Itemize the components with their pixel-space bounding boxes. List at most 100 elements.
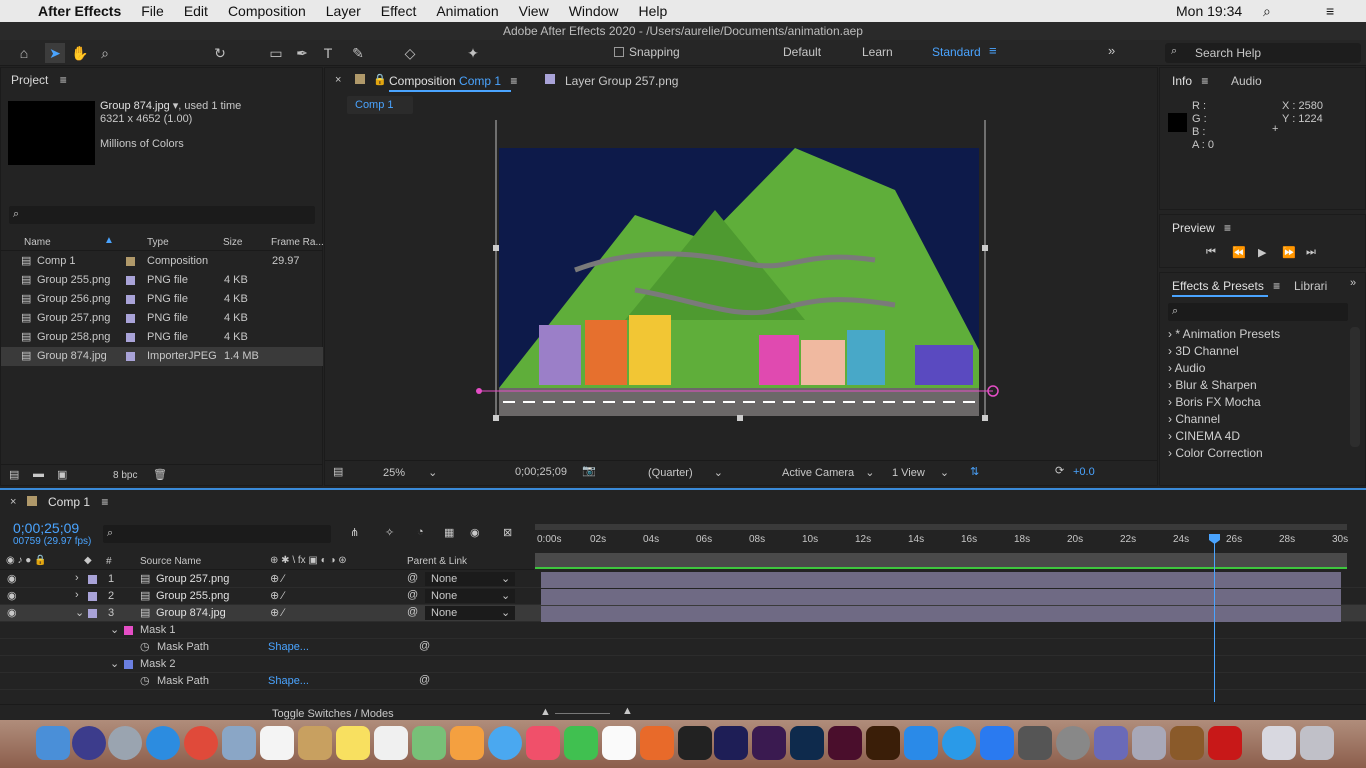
layer-row[interactable]: ◉ › 1 ▤ Group 257.png ⊕ ∕ @ None ⌄ [0,571,1366,588]
illustrator-icon[interactable] [866,726,900,760]
menu-file[interactable]: File [141,3,164,19]
zoom-out-icon[interactable]: ▲ [540,706,551,718]
effects-category[interactable]: › Boris FX Mocha [1168,395,1261,409]
eye-icon[interactable]: ◉ [7,606,17,619]
effects-category[interactable]: › CINEMA 4D [1168,429,1240,443]
photoshop-icon[interactable] [790,726,824,760]
zoom-tool-icon[interactable]: ⌕ [95,43,115,63]
expand-arrow-icon[interactable]: › [75,572,79,584]
chevron-down-icon[interactable]: ⌄ [110,623,119,636]
launchpad-icon[interactable] [108,726,142,760]
mask-property-row[interactable]: ◷ Mask Path Shape... @ [0,673,1366,690]
stopwatch-icon[interactable]: ◷ [140,640,150,653]
mask-color[interactable] [124,660,133,669]
lock-icon[interactable]: 🔒 [373,73,387,86]
effects-category[interactable]: › Color Correction [1168,446,1263,460]
notes-icon[interactable] [336,726,370,760]
eye-icon[interactable]: ◉ [7,572,17,585]
effects-search-input[interactable]: ⌕ [1168,303,1348,321]
indesign-icon[interactable] [828,726,862,760]
parent-dropdown[interactable]: None ⌄ [425,606,515,620]
figma-icon[interactable] [678,726,712,760]
graph-editor-icon[interactable]: ⊠ [503,526,512,539]
mask-color[interactable] [124,626,133,635]
comp-breadcrumb[interactable]: Comp 1 [347,96,413,114]
comp-mini-flowchart-icon[interactable]: ⋔ [350,526,359,539]
prev-frame-icon[interactable]: ⏪ [1232,246,1246,259]
app-store-icon[interactable] [904,726,938,760]
pickwhip-icon[interactable]: @ [407,572,418,584]
switch-icon[interactable]: ⊕ ∕ [270,589,284,602]
exposure-value[interactable]: +0.0 [1073,466,1095,478]
col-frame-rate[interactable]: Frame Ra... [271,237,324,248]
project-item[interactable]: ▤ Group 255.png PNG file 4 KB [1,271,323,290]
pickwhip-icon[interactable]: @ [419,640,430,652]
pickwhip-icon[interactable]: @ [407,606,418,618]
brush-tool-icon[interactable]: ✎ [348,43,368,63]
eraser-tool-icon[interactable]: ◇ [400,43,420,63]
zoom-in-icon[interactable]: ▲ [622,705,633,717]
layer-duration-bar[interactable] [541,606,1341,622]
reminders-icon[interactable] [374,726,408,760]
clock[interactable]: Mon 19:34 [1176,3,1242,19]
switch-icon[interactable]: ⊕ ∕ [270,606,284,619]
frame-blending-icon[interactable]: ▦ [444,526,454,539]
project-item[interactable]: ▤ Group 258.png PNG file 4 KB [1,328,323,347]
project-panel-title[interactable]: Project ≡ [1,68,322,92]
music-icon[interactable] [526,726,560,760]
source-name-header[interactable]: Source Name [140,556,201,567]
system-preferences-icon[interactable] [1056,726,1090,760]
motion-blur-icon[interactable]: ◉ [470,526,480,539]
search-help[interactable]: ⌕ Search Help [1165,43,1361,63]
pen-tool-icon[interactable]: ✒ [292,43,312,63]
menu-composition[interactable]: Composition [228,3,306,19]
tab-libraries[interactable]: Librari [1294,279,1327,293]
expand-icon[interactable]: » [1350,277,1356,289]
layer-row[interactable]: ◉ › 2 ▤ Group 255.png ⊕ ∕ @ None ⌄ [0,588,1366,605]
current-time[interactable]: 0;00;25;09 [13,520,79,536]
label-color[interactable] [88,609,97,618]
zoom-dropdown[interactable]: 25% ⌄ [383,466,437,479]
expand-arrow-icon[interactable]: › [75,589,79,601]
menu-edit[interactable]: Edit [184,3,208,19]
play-icon[interactable]: ▶ [1258,246,1266,259]
tab-info[interactable]: Info ≡ [1172,74,1208,88]
menu-effect[interactable]: Effect [381,3,417,19]
layer-row[interactable]: ◉ ⌄ 3 ▤ Group 874.jpg ⊕ ∕ @ None ⌄ [0,605,1366,622]
calendar-icon[interactable] [260,726,294,760]
shy-icon[interactable]: ◔ [417,526,424,538]
reset-exposure-icon[interactable]: ⟳ [1055,464,1064,477]
bpc-label[interactable]: 8 bpc [113,470,137,481]
text-tool-icon[interactable]: T [318,43,338,63]
effects-scrollbar[interactable] [1350,327,1360,447]
toggle-switches-modes[interactable]: Toggle Switches / Modes [272,708,394,720]
expand-arrow-icon[interactable]: ⌄ [75,606,84,619]
workspace-standard[interactable]: Standard [932,45,981,59]
view-layout-dropdown[interactable]: 1 View ⌄ [892,466,949,479]
time-ruler[interactable]: 0:00s 02s 04s 06s 08s 10s 12s 14s 16s 18s 20s 22s 24… [535,520,1348,570]
mask-row[interactable]: ⌄ Mask 2 [0,656,1366,673]
notes-folder-icon[interactable] [298,726,332,760]
chrome-icon[interactable] [184,726,218,760]
messages-icon[interactable] [488,726,522,760]
instruments-icon[interactable] [1170,726,1204,760]
archive-icon[interactable] [1132,726,1166,760]
timeline-search-input[interactable]: ⌕ [103,525,331,543]
rectangle-tool-icon[interactable]: ▭ [266,43,286,63]
project-item[interactable]: ▤ Group 874.jpg ImporterJPEG 1.4 MB [1,347,323,366]
parent-link-header[interactable]: Parent & Link [407,556,467,567]
switch-icon[interactable]: ⊕ ∕ [270,572,284,585]
mask-name[interactable]: Mask 2 [140,658,175,670]
capcut-icon[interactable] [602,726,636,760]
tab-effects-presets[interactable]: Effects & Presets ≡ [1172,279,1280,293]
safari-icon[interactable] [146,726,180,760]
trash-icon[interactable]: 🗑 [153,468,167,481]
home-icon[interactable]: ⌂ [14,43,34,63]
effects-category[interactable]: › 3D Channel [1168,344,1239,358]
layer-name[interactable]: Group 874.jpg [156,607,226,619]
timeline-tab[interactable]: Comp 1 ≡ [48,495,108,509]
mask-property-row[interactable]: ◷ Mask Path Shape... @ [0,639,1366,656]
sort-asc-icon[interactable]: ▲ [104,235,114,246]
snapping-checkbox[interactable] [614,47,624,57]
eye-icon[interactable]: ◉ [7,589,17,602]
